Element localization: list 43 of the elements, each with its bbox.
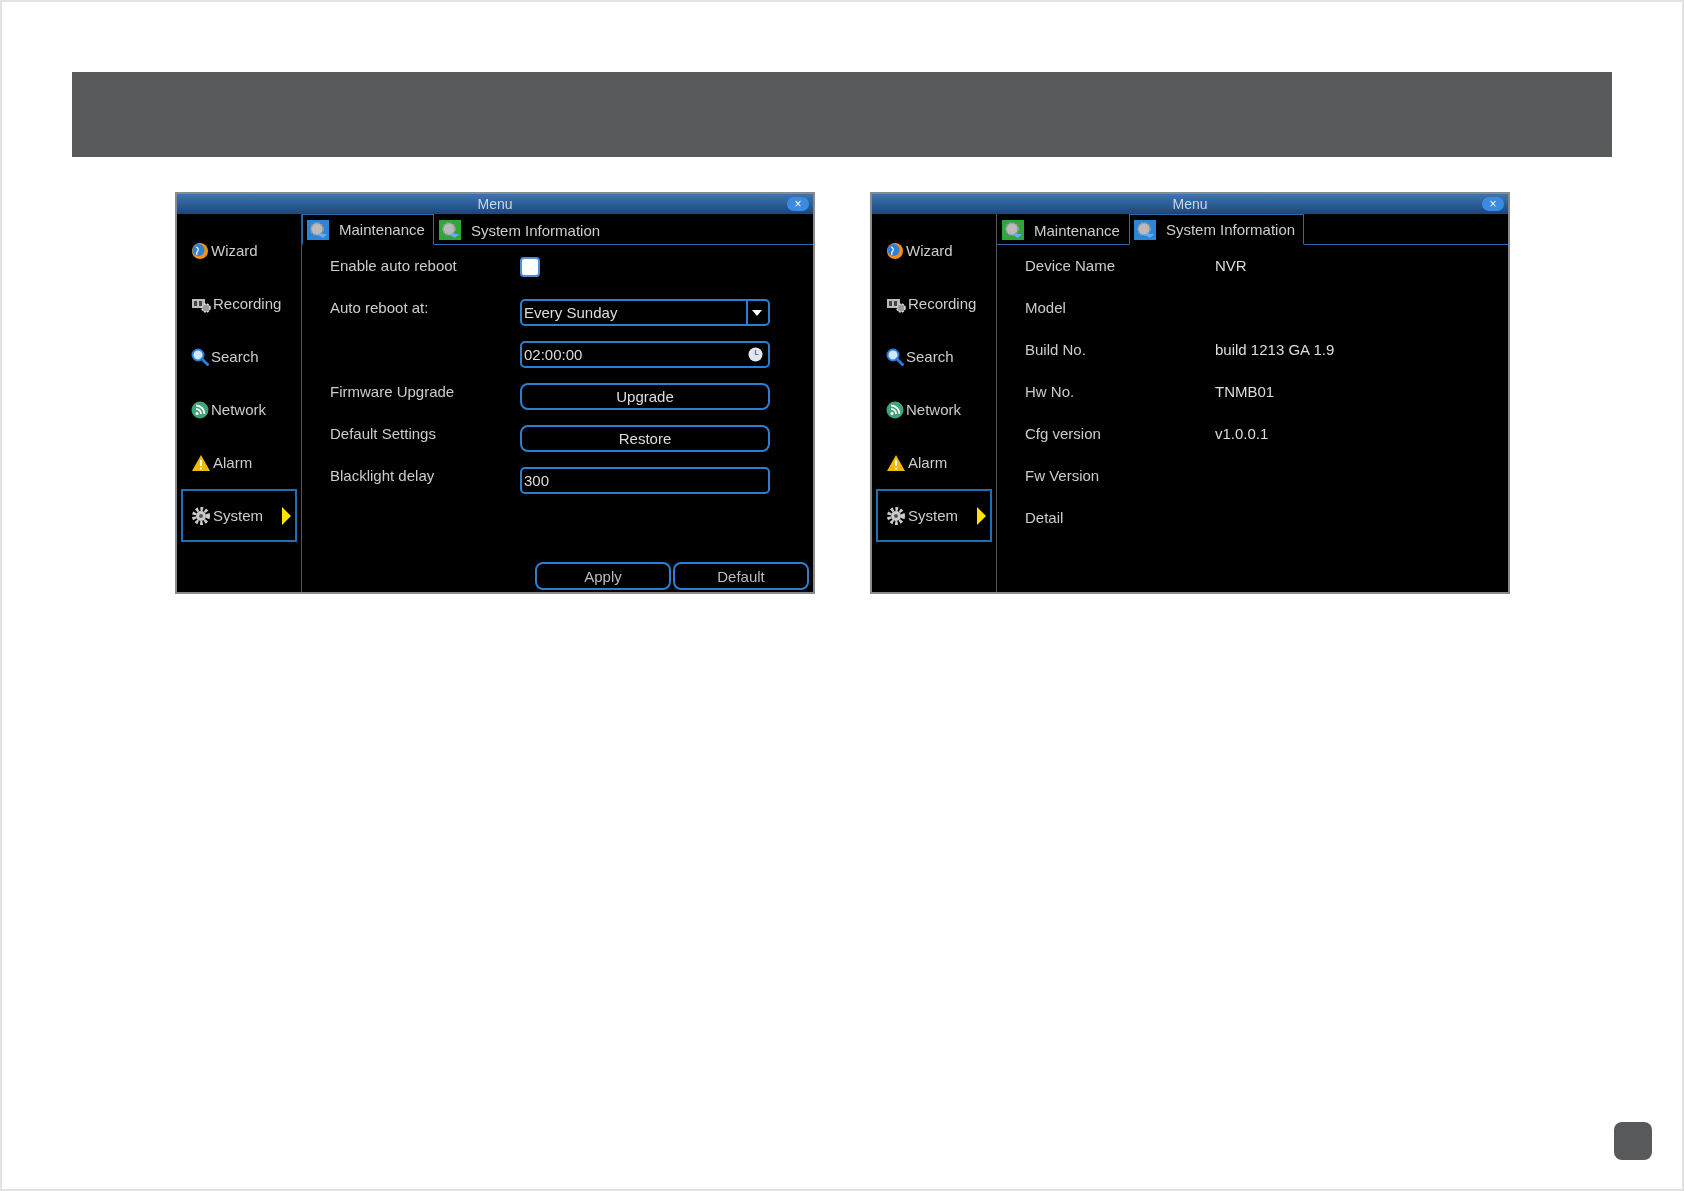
- footer-button[interactable]: Default: [673, 562, 809, 590]
- tab[interactable]: Maintenance: [302, 214, 434, 245]
- sidebar-item[interactable]: Recording: [181, 277, 297, 330]
- field-label: Blacklight delay: [330, 467, 436, 484]
- sidebar-item[interactable]: System: [876, 489, 992, 542]
- sidebar-item[interactable]: Alarm: [181, 436, 297, 489]
- sidebar-item[interactable]: Recording: [876, 277, 992, 330]
- info-value: build 1213 GA 1.9: [1215, 341, 1336, 360]
- action-button[interactable]: Upgrade: [520, 383, 770, 410]
- field-label: Enable auto reboot: [330, 257, 458, 274]
- info-value: TNMB01: [1215, 383, 1276, 402]
- tab[interactable]: System Information: [1128, 214, 1305, 245]
- time-field[interactable]: 02:00:00: [520, 341, 770, 368]
- info-label: Cfg version: [1025, 425, 1102, 444]
- input-field[interactable]: 300: [520, 467, 770, 494]
- sidebar-item[interactable]: Network: [876, 383, 992, 436]
- action-button[interactable]: Restore: [520, 425, 770, 452]
- info-label: Build No.: [1025, 341, 1087, 360]
- info-label: Hw No.: [1025, 383, 1076, 402]
- info-label: Device Name: [1025, 257, 1117, 276]
- sidebar-item[interactable]: Search: [876, 330, 992, 383]
- close-button[interactable]: ×: [1482, 197, 1504, 211]
- tab[interactable]: System Information: [433, 214, 610, 245]
- info-label: Model: [1025, 299, 1067, 318]
- close-button[interactable]: ×: [787, 197, 809, 211]
- info-label: Detail: [1025, 509, 1065, 528]
- tab[interactable]: Maintenance: [997, 214, 1129, 245]
- sidebar-item[interactable]: System: [181, 489, 297, 542]
- info-value: v1.0.0.1: [1215, 425, 1270, 444]
- info-label: Fw Version: [1025, 467, 1101, 486]
- field-label: Auto reboot at:: [330, 299, 430, 316]
- sidebar-item[interactable]: Wizard: [876, 224, 992, 277]
- window-title: Menu: [1172, 196, 1208, 212]
- field-label: Default Settings: [330, 425, 437, 442]
- sidebar-item[interactable]: Alarm: [876, 436, 992, 489]
- window-title: Menu: [477, 196, 513, 212]
- field-label: Firmware Upgrade: [330, 383, 456, 400]
- footer-button[interactable]: Apply: [535, 562, 671, 590]
- info-value: NVR: [1215, 257, 1248, 276]
- sidebar-item[interactable]: Wizard: [181, 224, 297, 277]
- sidebar-item[interactable]: Network: [181, 383, 297, 436]
- sidebar-item[interactable]: Search: [181, 330, 297, 383]
- dropdown[interactable]: Every Sunday: [520, 299, 770, 326]
